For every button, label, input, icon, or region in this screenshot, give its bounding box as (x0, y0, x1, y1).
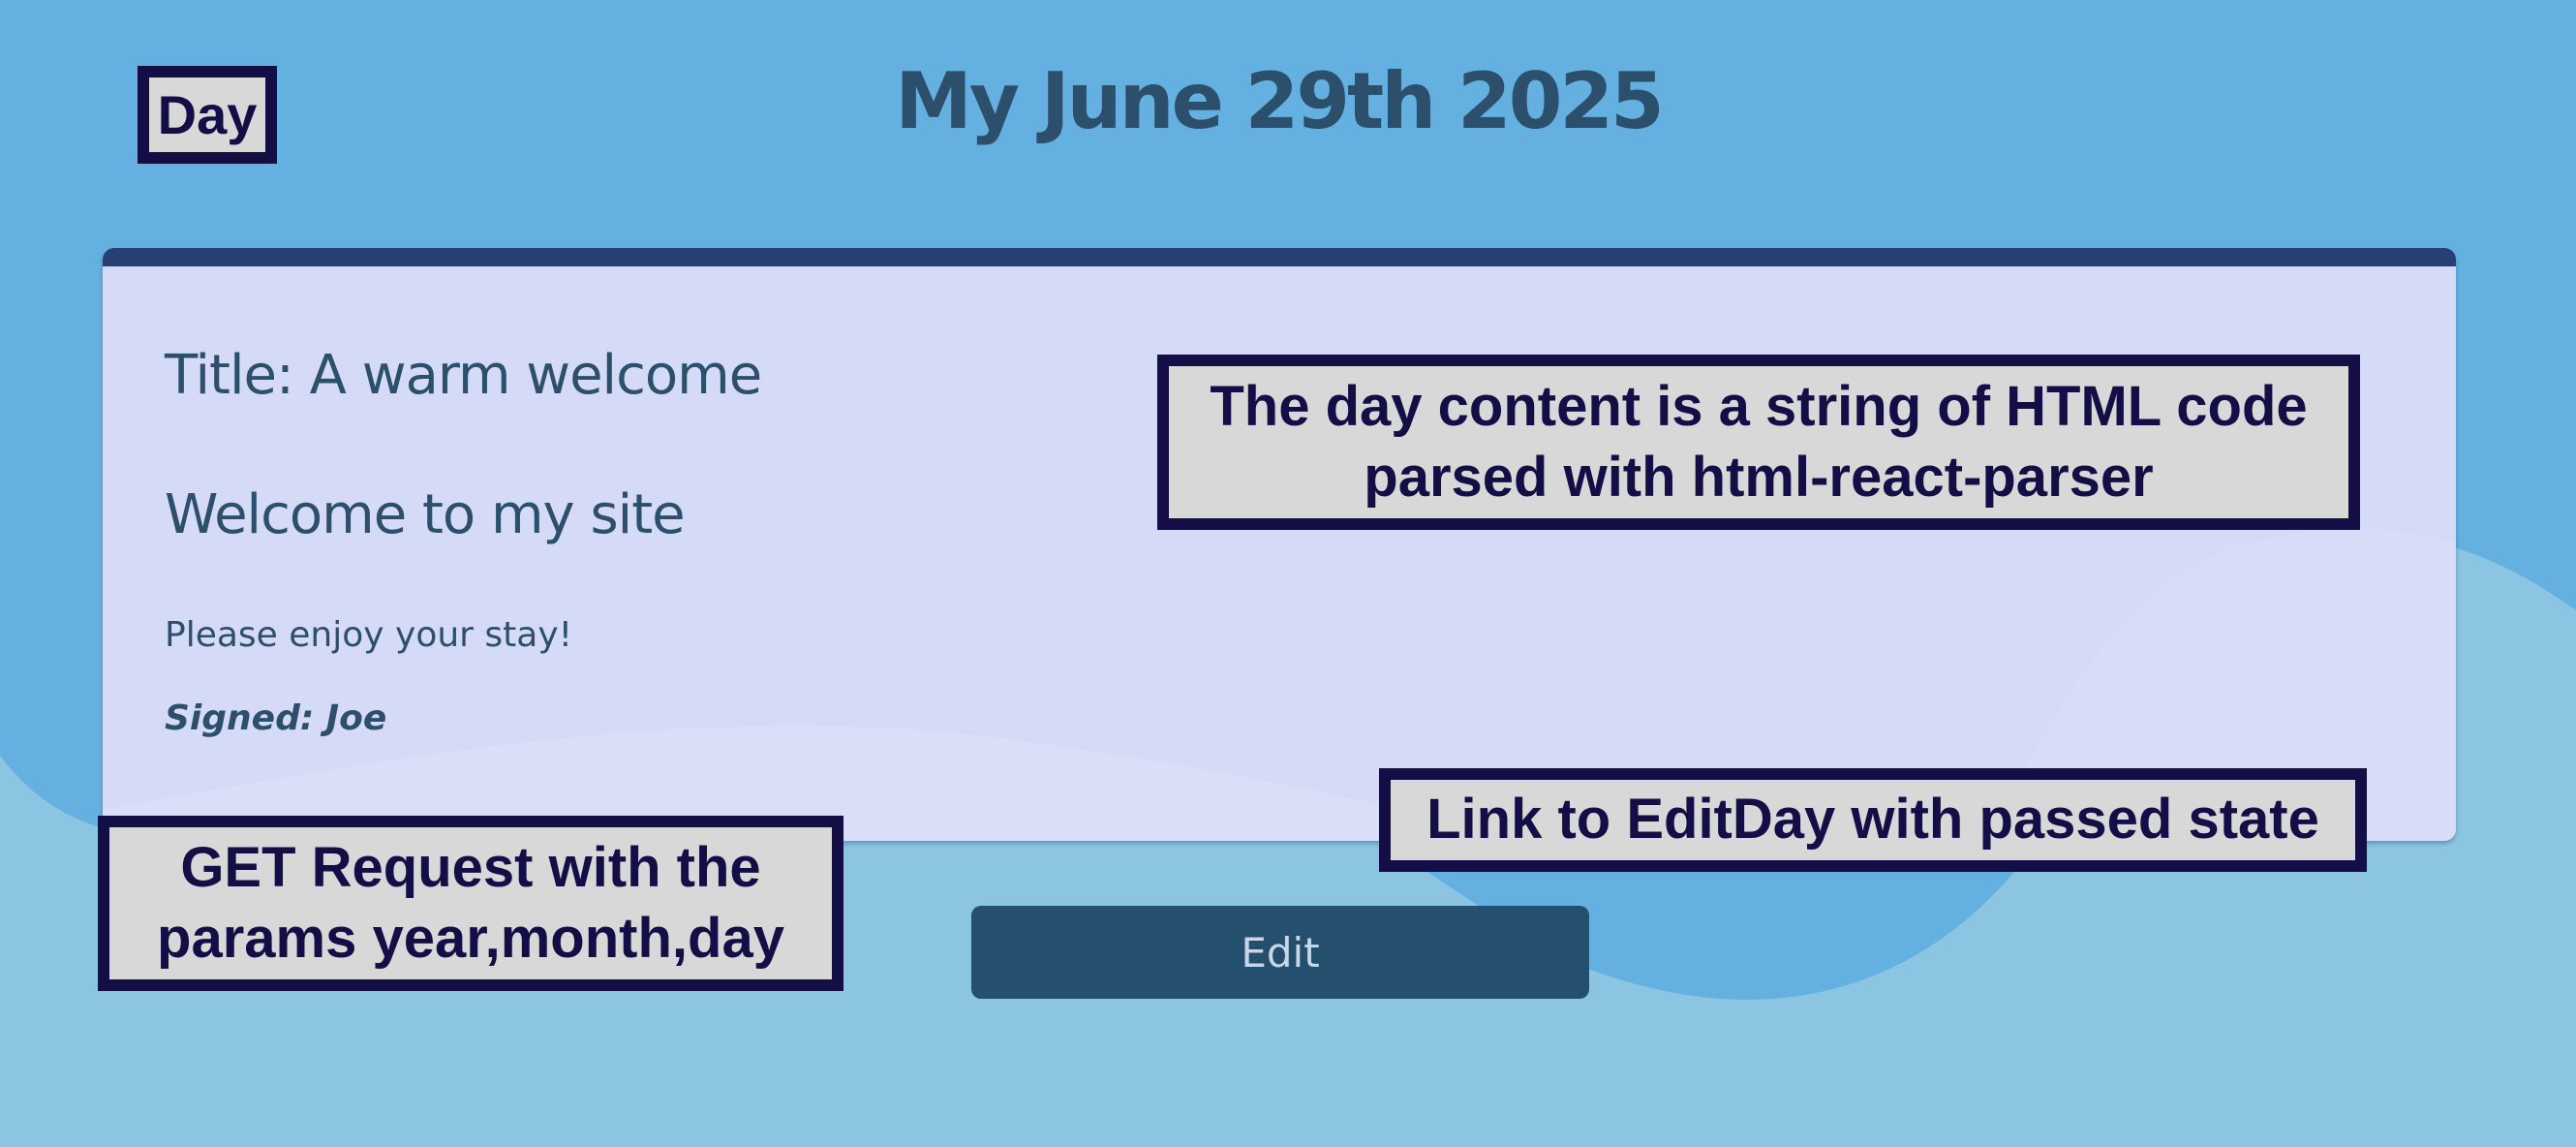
entry-heading: Welcome to my site (165, 483, 686, 546)
edit-link-annotation: Link to EditDay with passed state (1379, 768, 2367, 872)
component-label-annotation: Day (138, 66, 277, 164)
day-content-card: Title: A warm welcome Welcome to my site… (103, 248, 2456, 841)
entry-title: Title: A warm welcome (165, 344, 762, 407)
content-parser-annotation: The day content is a string of HTML code… (1157, 355, 2360, 530)
entry-signature: Signed: Joe (165, 698, 387, 738)
get-request-annotation: GET Request with the params year,month,d… (98, 816, 843, 991)
edit-button[interactable]: Edit (971, 906, 1589, 999)
entry-body-text: Please enjoy your stay! (165, 615, 573, 655)
page-title: My June 29th 2025 (895, 56, 1664, 146)
day-page: My June 29th 2025 Title: A warm welcome … (0, 0, 2576, 1147)
